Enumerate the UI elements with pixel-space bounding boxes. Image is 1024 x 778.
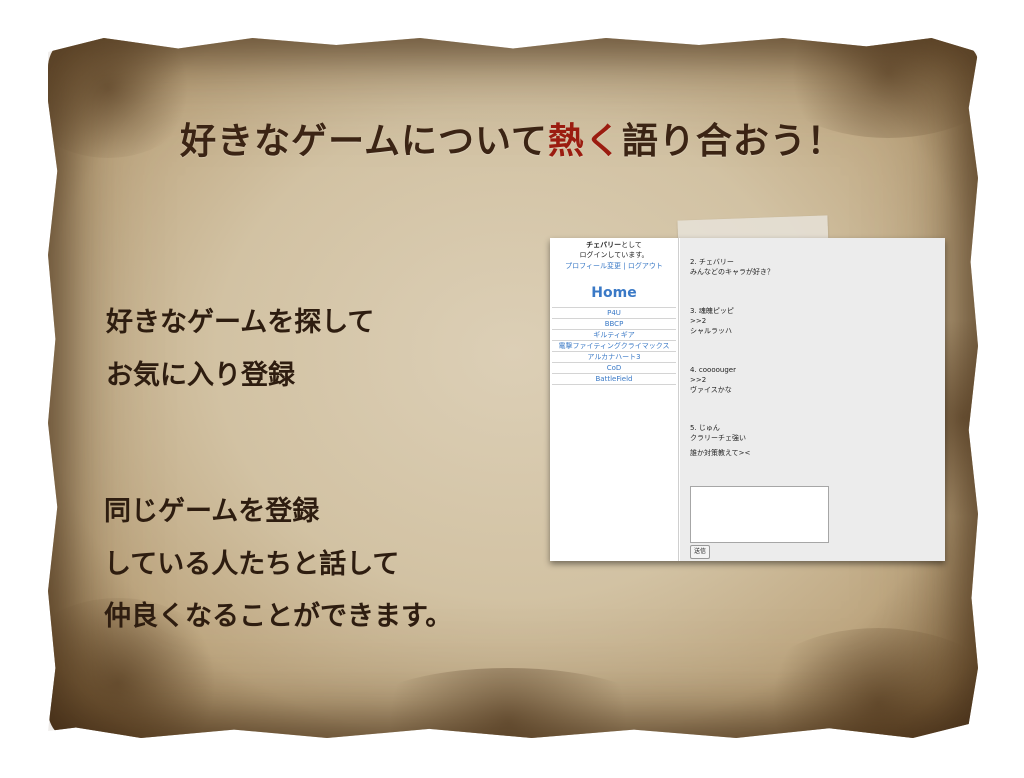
post: 3. 魂魄ピッピ >>2 シャルラッハ [690,306,734,336]
login-status: チェバリーとして [550,240,678,250]
post-line: >>2 [690,376,707,384]
text-line: 同じゲームを登録 [104,496,320,527]
post-line: >>2 [690,317,707,325]
post-header: 2. チェバリー [690,258,734,266]
user-name: チェバリー [586,241,622,249]
submit-button[interactable]: 送信 [690,545,711,559]
text-line: 仲良くなることができます。 [104,601,453,633]
text-line: している人たちと話して [104,548,400,580]
stain [348,668,668,738]
post-line: ヴァイスかな [690,386,732,394]
logout-link[interactable]: ログアウト [628,262,663,270]
post: 4. coooouger >>2 ヴァイスかな [690,365,736,395]
game-link-battlefield[interactable]: BattleField [552,373,676,385]
text-line: お気に入り登録 [106,359,295,391]
post-header: 3. 魂魄ピッピ [690,307,734,315]
game-link-p4u[interactable]: P4U [552,307,676,318]
game-link-arcana-heart[interactable]: アルカナハート3 [552,351,676,362]
game-link-bbcp[interactable]: BBCP [552,318,676,329]
post: 2. チェバリー みんなどのキャラが好き？ [690,257,774,277]
stain [748,628,978,738]
account-links: プロフィール変更 | ログアウト [550,261,678,271]
post-line: クラリーチェ強い [690,434,746,442]
login-status-line2: ログインしています。 [579,251,649,259]
thread-panel: 2. チェバリー みんなどのキャラが好き？ 3. 魂魄ピッピ >>2 シャルラッ… [680,238,945,561]
feature-text-community: 同じゲームを登録 している人たちと話して 仲良くなることができます。 [104,486,452,644]
post-line: 誰か対策教えて>< [690,449,751,457]
post-line: シャルラッハ [690,327,732,335]
post-header: 5. じゅん [690,424,720,432]
post-line: みんなどのキャラが好き？ [690,268,774,276]
link-separator: | [621,262,628,270]
headline-accent: 熱く [547,120,622,162]
login-suffix: として [621,241,642,249]
post: 5. じゅん クラリーチェ強い 誰か対策教えて>< [690,423,750,458]
game-link-cod[interactable]: CoD [552,362,676,373]
text-line: 好きなゲームを探して [106,307,375,338]
app-screenshot: チェバリーとして ログインしています。 プロフィール変更 | ログアウト Hom… [550,238,945,561]
slide-headline: 好きなゲームについて熱く語り合おう！ [0,112,1024,164]
game-link-dengeki-fc[interactable]: 電撃ファイティングクライマックス [552,340,676,351]
feature-text-favorites: 好きなゲームを探して お気に入り登録 [106,297,374,402]
game-list: P4U BBCP ギルティギア 電撃ファイティングクライマックス アルカナハート… [552,307,676,385]
game-link-guilty-gear[interactable]: ギルティギア [552,329,676,340]
home-link[interactable]: Home [550,285,678,301]
headline-text-end: 語り合おう！ [621,120,844,162]
headline-text: 好きなゲームについて [180,120,548,162]
profile-edit-link[interactable]: プロフィール変更 [565,262,621,270]
post-header: 4. coooouger [690,366,736,374]
comment-textarea[interactable] [690,486,829,543]
sidebar: チェバリーとして ログインしています。 プロフィール変更 | ログアウト Hom… [550,238,679,561]
